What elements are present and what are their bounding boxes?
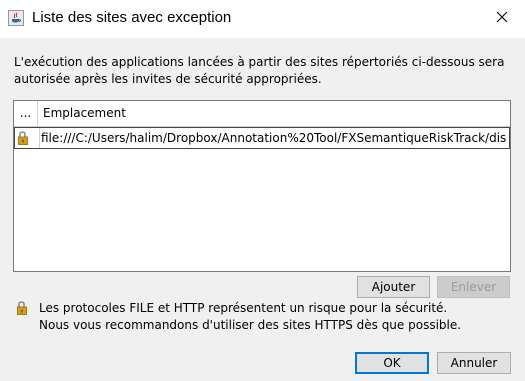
window-title: Liste des sites avec exception [32, 9, 232, 26]
security-warning: Les protocoles FILE et HTTP représentent… [39, 300, 509, 334]
java-icon [8, 10, 24, 26]
title-bar: Liste des sites avec exception [0, 0, 525, 38]
row-divider [39, 128, 40, 148]
ok-button[interactable]: OK [355, 352, 429, 374]
warning-line-1: Les protocoles FILE et HTTP représentent… [39, 301, 448, 315]
lock-icon [17, 130, 35, 146]
cancel-button[interactable]: Annuler [437, 352, 511, 374]
table-header: ... Emplacement [14, 101, 510, 127]
description-text: L'exécution des applications lancées à p… [14, 55, 505, 86]
add-button[interactable]: Ajouter [357, 276, 430, 298]
close-button[interactable] [479, 0, 525, 34]
warning-line-2: Nous vous recommandons d'utiliser des si… [39, 318, 462, 332]
lock-icon [16, 300, 34, 316]
column-header-location[interactable]: Emplacement [43, 101, 126, 126]
remove-button[interactable]: Enlever [437, 276, 510, 298]
column-header-icon[interactable]: ... [14, 101, 38, 126]
exception-sites-table[interactable]: ... Emplacement file:///C:/Users/halim/D… [13, 100, 511, 272]
table-row[interactable]: file:///C:/Users/halim/Dropbox/Annotatio… [14, 127, 510, 149]
site-location-cell[interactable]: file:///C:/Users/halim/Dropbox/Annotatio… [41, 128, 507, 148]
close-icon [496, 11, 508, 23]
